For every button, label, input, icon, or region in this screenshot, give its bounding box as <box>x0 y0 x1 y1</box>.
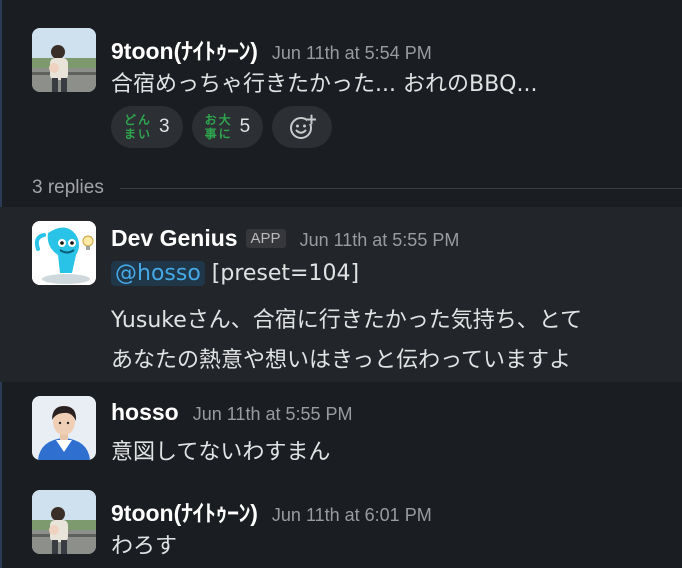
message-text: 意図してないわすまん <box>111 440 331 465</box>
reactions-bar: ど ん ま い 3 お 大 事 に 5 <box>111 106 333 148</box>
app-badge: APP <box>245 229 286 248</box>
emoji-glyph: ど <box>124 113 137 127</box>
timestamp[interactable]: Jun 11th at 6:01 PM <box>272 505 432 526</box>
emoji-glyph: ん <box>138 113 151 127</box>
author-name[interactable]: hosso <box>111 399 179 426</box>
reply-message: 9toon(ﾅｲﾄｩｰﾝ) Jun 11th at 6:01 PM わろす <box>0 478 682 568</box>
add-reaction-button[interactable] <box>272 106 333 148</box>
reaction-odaijini[interactable]: お 大 事 に 5 <box>191 106 264 148</box>
preset-text: [preset=104] <box>204 261 360 286</box>
reaction-count: 5 <box>239 116 251 137</box>
reply-message: hosso Jun 11th at 5:55 PM 意図してないわすまん <box>0 382 682 478</box>
message-header: 9toon(ﾅｲﾄｩｰﾝ) Jun 11th at 6:01 PM <box>111 494 432 528</box>
emoji-glyph: い <box>138 127 151 141</box>
message-header: 9toon(ﾅｲﾄｩｰﾝ) Jun 11th at 5:54 PM <box>111 32 432 66</box>
emoji-glyph: に <box>218 127 231 141</box>
parent-message: 9toon(ﾅｲﾄｩｰﾝ) Jun 11th at 5:54 PM 合宿めっちゃ… <box>0 0 682 170</box>
emoji-glyph: 事 <box>204 127 217 141</box>
avatar[interactable] <box>32 396 96 460</box>
odaijini-emoji-icon: お 大 事 に <box>204 112 234 142</box>
author-name[interactable]: Dev Genius <box>111 225 238 252</box>
message-line: あなたの熱意や想いはきっと伝わっていますよ <box>111 348 572 373</box>
message-line: Yusukeさん、合宿に行きたかった気持ち、とて <box>111 308 583 333</box>
message-line: @hosso [preset=104] <box>111 261 359 286</box>
reaction-donmai[interactable]: ど ん ま い 3 <box>111 106 183 148</box>
user-mention[interactable]: @hosso <box>111 261 205 286</box>
divider-line <box>119 187 682 189</box>
reply-message: Dev Genius APP Jun 11th at 5:55 PM @hoss… <box>0 207 682 382</box>
reaction-count: 3 <box>159 116 170 137</box>
donmai-emoji-icon: ど ん ま い <box>123 112 153 142</box>
replies-divider: 3 replies <box>32 176 682 200</box>
avatar[interactable] <box>32 28 96 92</box>
add-emoji-icon <box>290 114 317 139</box>
emoji-glyph: お <box>204 113 217 127</box>
timestamp[interactable]: Jun 11th at 5:55 PM <box>193 404 353 425</box>
message-header: Dev Genius APP Jun 11th at 5:55 PM <box>111 225 459 252</box>
timestamp[interactable]: Jun 11th at 5:54 PM <box>272 43 432 64</box>
author-name[interactable]: 9toon(ﾅｲﾄｩｰﾝ) <box>111 32 258 66</box>
message-header: hosso Jun 11th at 5:55 PM <box>111 399 353 426</box>
author-name[interactable]: 9toon(ﾅｲﾄｩｰﾝ) <box>111 494 258 528</box>
message-text: 合宿めっちゃ行きたかった... おれのBBQ... <box>111 72 538 97</box>
avatar[interactable] <box>32 221 96 285</box>
replies-count-label: 3 replies <box>32 177 104 198</box>
message-text: わろす <box>111 534 178 559</box>
emoji-glyph: ま <box>124 127 137 141</box>
emoji-glyph: 大 <box>218 113 231 127</box>
avatar[interactable] <box>32 490 96 554</box>
timestamp[interactable]: Jun 11th at 5:55 PM <box>300 230 460 251</box>
